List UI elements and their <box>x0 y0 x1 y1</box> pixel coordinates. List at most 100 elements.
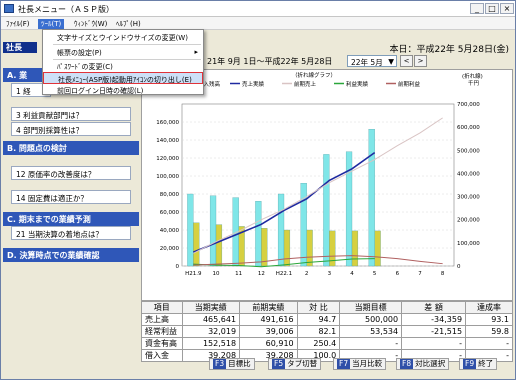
y-left-tick-label: 60,000 <box>160 210 180 216</box>
table-header-row: 項目 当期実績 前期実績 対 比 当期目標 差 額 達成率 <box>141 301 513 314</box>
x-tick-label: 4 <box>350 271 354 277</box>
bar-預金有高 <box>323 154 330 267</box>
main-window: 社長メニュー（ＡＳＰ版） _ □ × ﾌｧｲﾙ(F) ﾂｰﾙ(T) ｳｨﾝﾄﾞｳ… <box>0 0 516 380</box>
prev-month-button[interactable]: < <box>400 55 413 67</box>
bar-借入残高 <box>261 228 268 267</box>
legend-label: 利益実績 <box>346 80 369 88</box>
bar-預金有高 <box>209 195 217 267</box>
bar-預金有高 <box>187 193 194 267</box>
x-tick-label: H21.9 <box>185 271 202 277</box>
fkey-number: F5 <box>272 359 286 369</box>
legend-label: 前期利益 <box>398 80 421 88</box>
table-cell: - <box>465 337 513 350</box>
bar-預金有高 <box>368 129 375 267</box>
menu-window[interactable]: ｳｨﾝﾄﾞｳ(W) <box>71 19 110 29</box>
f8-compare-button[interactable]: F8 対比選択 <box>396 358 450 370</box>
nav-button-14[interactable]: 14 固定費は適正か？ <box>11 190 131 204</box>
y-left-tick-label: 80,000 <box>160 192 180 198</box>
menu-item-login-history[interactable]: 前回ログイン日時の確認(L) <box>43 84 203 96</box>
bar-預金有高 <box>277 193 285 267</box>
fkey-label: 当月比較 <box>352 359 383 368</box>
table-cell: 152,518 <box>181 337 241 350</box>
table-cell: 53,534 <box>339 325 403 338</box>
x-tick-label: 2 <box>305 271 309 277</box>
x-tick-label: 6 <box>396 271 400 277</box>
chart-area: 0 20,000 40,000 60,000 80,000 100,000 120,000 1… <box>141 69 513 301</box>
menu-help[interactable]: ﾍﾙﾌﾟ(H) <box>113 19 144 29</box>
month-select[interactable]: 22年 5月 ▼ <box>347 55 397 67</box>
combo-chart: 0 20,000 40,000 60,000 80,000 100,000 120,000 1… <box>143 71 483 277</box>
company-tag: 社長 <box>3 42 37 53</box>
bar-借入残高 <box>306 229 313 267</box>
y-right-tick-label: 200,000 <box>457 218 480 224</box>
tools-dropdown-menu: 文字サイズとウインドウサイズの変更(W) 帳票の設定(P) ▸ ﾊﾟｽﾜｰﾄﾞの… <box>42 29 204 95</box>
y-right-tick-label: 600,000 <box>457 125 480 131</box>
table-row: 経常利益 32,019 39,006 82.1 53,534 -21,515 5… <box>141 325 513 338</box>
y-left-tick-label: 160,000 <box>156 120 179 126</box>
bar-借入残高 <box>283 229 291 267</box>
y-right-tick-label: 700,000 <box>457 102 480 108</box>
table-cell: 32,019 <box>181 325 241 338</box>
table-cell: 94.7 <box>296 313 341 326</box>
table-row: 売上高 465,641 491,616 94.7 500,000 -34,359… <box>141 313 513 326</box>
col-header-achieve: 達成率 <box>465 301 513 314</box>
menu-item-label: 文字サイズとウインドウサイズの変更(W) <box>57 34 188 42</box>
menu-item-password[interactable]: ﾊﾟｽﾜｰﾄﾞの変更(C) <box>43 60 203 72</box>
maximize-button[interactable]: □ <box>485 3 499 14</box>
col-header-item: 項目 <box>141 301 183 314</box>
summary-table: 項目 当期実績 前期実績 対 比 当期目標 差 額 達成率 売上高 465,64… <box>141 301 513 362</box>
next-month-button[interactable]: > <box>414 55 427 67</box>
menu-item-label: 社長ﾒﾆｭｰ(ASP版)起動用ｱｲｺﾝの切り出し(E) <box>58 76 192 84</box>
f3-target-button[interactable]: F3 目標比 <box>209 358 255 370</box>
fkey-number: F7 <box>337 359 351 369</box>
col-header-target: 当期目標 <box>339 301 403 314</box>
y-right-tick-label: 300,000 <box>457 195 480 201</box>
nav-button-21[interactable]: 21 当期決算の着地点は？ <box>11 226 131 240</box>
nav-button-4[interactable]: 4 部門別採算性は？ <box>11 122 131 136</box>
bar-預金有高 <box>255 201 262 267</box>
x-tick-label: 7 <box>418 271 422 277</box>
y-left-tick-label: 0 <box>176 264 180 270</box>
menu-item-report-settings[interactable]: 帳票の設定(P) ▸ <box>43 46 203 58</box>
y-right-axis-unit: 千円 <box>468 79 480 87</box>
chevron-right-icon: ▸ <box>194 48 198 56</box>
y-left-tick-label: 100,000 <box>156 174 179 180</box>
col-header-previous: 前期実績 <box>239 301 298 314</box>
nav-button-12[interactable]: 12 原価率の改善度は？ <box>11 166 131 180</box>
menu-file[interactable]: ﾌｧｲﾙ(F) <box>3 19 33 29</box>
legend-title: （折れ線グラフ） <box>292 71 336 79</box>
menu-tools[interactable]: ﾂｰﾙ(T) <box>38 19 65 29</box>
y-right-tick-label: 100,000 <box>457 241 480 247</box>
menu-separator <box>53 44 201 45</box>
table-cell: 500,000 <box>339 313 403 326</box>
table-cell: 60,910 <box>239 337 298 350</box>
table-cell: -34,359 <box>401 313 467 326</box>
table-cell: 465,641 <box>181 313 241 326</box>
fkey-label: 対比選択 <box>415 359 446 368</box>
minimize-button[interactable]: _ <box>470 3 484 14</box>
fkey-number: F8 <box>400 359 414 369</box>
table-cell: 売上高 <box>141 313 183 326</box>
legend-label: 売上実績 <box>242 80 265 88</box>
nav-section-b: B. 問題点の検討 <box>3 141 139 155</box>
table-cell: 250.4 <box>296 337 341 350</box>
table-row: 資金有高 152,518 60,910 250.4 - - - <box>141 337 513 350</box>
col-header-current: 当期実績 <box>181 301 241 314</box>
y-right-tick-label: 0 <box>457 264 461 270</box>
month-select-value: 22年 5月 <box>351 58 383 67</box>
f7-month-button[interactable]: F7 当月比較 <box>333 358 387 370</box>
close-button[interactable]: × <box>500 3 514 14</box>
menu-item-window-size[interactable]: 文字サイズとウインドウサイズの変更(W) <box>43 31 203 43</box>
period-range: 21年 9月 1日～平成22年 5月28日 <box>207 57 333 66</box>
f5-tab-button[interactable]: F5 タブ切替 <box>268 358 322 370</box>
y-right-tick-label: 400,000 <box>457 171 480 177</box>
nav-button-3[interactable]: 3 利益貢献部門は？ <box>11 107 131 121</box>
table-cell: 93.1 <box>465 313 513 326</box>
x-tick-label: 11 <box>235 271 242 277</box>
function-key-bar: F3 目標比 F5 タブ切替 F7 当月比較 F8 対比選択 F9 終了 <box>141 357 513 371</box>
menu-item-export-icon[interactable]: 社長ﾒﾆｭｰ(ASP版)起動用ｱｲｺﾝの切り出し(E) <box>43 72 203 84</box>
bar-借入残高 <box>215 224 223 267</box>
table-cell: 82.1 <box>296 325 341 338</box>
y-left-tick-label: 120,000 <box>156 156 179 162</box>
f9-exit-button[interactable]: F9 終了 <box>459 358 498 370</box>
